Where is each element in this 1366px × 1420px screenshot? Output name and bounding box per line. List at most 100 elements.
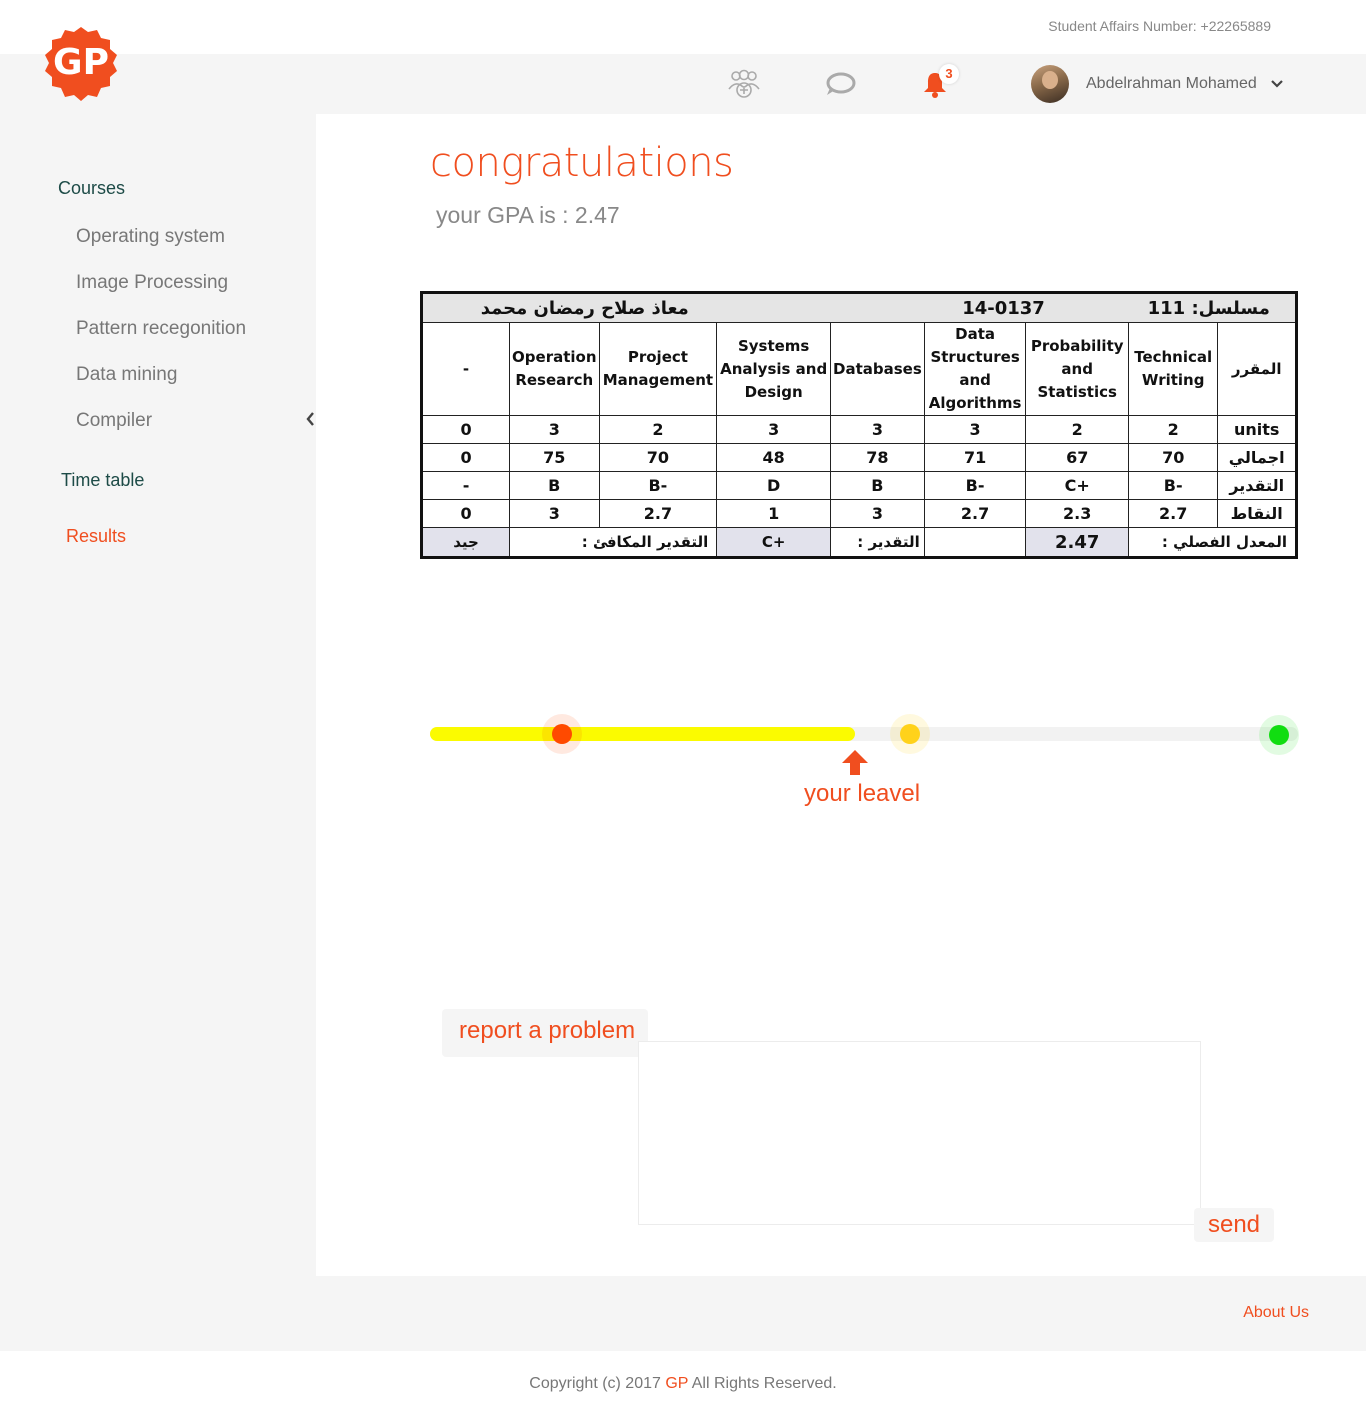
table-cell: 2.3 (1025, 499, 1129, 528)
course-header: Systems Analysis and Design (716, 322, 832, 416)
course-header: Technical Writing (1127, 322, 1219, 416)
main-content: congratulations your GPA is : 2.47 معاذ … (316, 114, 1366, 1276)
table-cell: 3 (509, 415, 600, 444)
user-menu[interactable]: Abdelrahman Mohamed (1031, 65, 1283, 103)
grade-table-row-points: 0 3 2.7 1 3 2.7 2.3 2.7 النقاط (420, 499, 1297, 528)
grade-table-row-units: 0 3 2 3 3 3 2 2 units (420, 415, 1297, 444)
copyright: Copyright (c) 2017 GP All Rights Reserve… (0, 1375, 1366, 1393)
table-cell: 67 (1025, 443, 1129, 472)
about-us-link[interactable]: About Us (1243, 1304, 1309, 1322)
student-affairs-number: Student Affairs Number: +22265889 (1048, 18, 1271, 34)
course-header: - (420, 322, 511, 416)
table-cell: 0 (420, 499, 511, 528)
grade-table-course-row: - Operation Research Project Management … (420, 322, 1297, 416)
table-cell: 48 (716, 443, 832, 472)
table-cell: 3 (830, 415, 925, 444)
row-label: units (1217, 415, 1297, 444)
student-name: معاذ صلاح رمضان محمد (420, 292, 831, 323)
level-marker-high (1259, 715, 1299, 755)
table-cell: 3 (716, 415, 832, 444)
footer: About Us (0, 1276, 1366, 1351)
chat-icon[interactable] (822, 66, 858, 102)
semester-gpa-label: المعدل الفصلي : (1127, 527, 1298, 558)
table-cell: 3 (923, 415, 1027, 444)
course-header: Databases (830, 322, 925, 416)
student-serial: مسلسل: 111 (1128, 292, 1298, 323)
row-label: التقدير (1217, 471, 1297, 500)
sidebar-item-time-table[interactable]: Time table (61, 470, 144, 491)
table-cell: D (716, 471, 832, 500)
sidebar-item-image-processing[interactable]: Image Processing (76, 272, 228, 294)
report-problem-textarea[interactable] (638, 1041, 1201, 1225)
table-cell: 70 (1127, 443, 1219, 472)
table-cell: 70 (598, 443, 718, 472)
page-title: congratulations (430, 140, 734, 186)
top-bar: Student Affairs Number: +22265889 (0, 0, 1366, 54)
nav-bar: 3 Abdelrahman Mohamed (0, 54, 1366, 114)
copyright-prefix: Copyright (c) 2017 (529, 1375, 661, 1392)
grade-table: معاذ صلاح رمضان محمد 14-0137 مسلسل: 111 … (420, 291, 1298, 559)
row-label: اجمالي (1217, 443, 1297, 472)
equivalent-grade-value: جيد (420, 527, 511, 558)
student-id: 14-0137 (830, 292, 1129, 323)
arrow-up-icon (840, 748, 870, 781)
copyright-suffix: All Rights Reserved. (691, 1375, 837, 1392)
chevron-down-icon[interactable] (1270, 75, 1283, 93)
sidebar: Courses Operating system Image Processin… (0, 114, 346, 1276)
table-cell: - (420, 471, 511, 500)
sidebar-item-pattern-recognition[interactable]: Pattern recegonition (76, 318, 246, 340)
table-cell: 0 (420, 415, 511, 444)
table-cell: 2.7 (1127, 499, 1219, 528)
bell-icon[interactable]: 3 (917, 64, 959, 102)
table-cell: B- (598, 471, 718, 500)
row-label: النقاط (1217, 499, 1297, 528)
copyright-brand: GP (665, 1375, 689, 1392)
level-progress-fill (430, 727, 855, 741)
report-problem-button[interactable]: report a problem (442, 1009, 648, 1057)
chevron-left-icon (306, 412, 315, 431)
sidebar-item-compiler[interactable]: Compiler (76, 410, 152, 432)
grade-table-footer-row: جيد التقدير المكافئ : C+ التقدير : 2.47 … (420, 527, 1298, 558)
logo-text: GP (53, 42, 109, 83)
table-cell: B (830, 471, 925, 500)
table-cell: 75 (509, 443, 600, 472)
table-cell: 2.7 (923, 499, 1027, 528)
grade-table-header-row: معاذ صلاح رمضان محمد 14-0137 مسلسل: 111 (420, 292, 1298, 323)
equivalent-grade-label: التقدير المكافئ : (509, 527, 718, 558)
avatar (1031, 65, 1069, 103)
course-header: Data Structures and Algorithms (923, 322, 1027, 416)
course-header: Probability and Statistics (1025, 322, 1129, 416)
course-header: Project Management (598, 322, 718, 416)
table-cell: C+ (1025, 471, 1129, 500)
send-button[interactable]: send (1194, 1208, 1274, 1242)
table-cell: B (509, 471, 600, 500)
table-cell: 71 (923, 443, 1027, 472)
table-cell: 2 (1127, 415, 1219, 444)
table-cell: B- (923, 471, 1027, 500)
table-cell-empty (923, 527, 1027, 558)
your-level-label: your leavel (804, 780, 921, 807)
gp-logo[interactable]: GP (40, 22, 122, 104)
level-marker-mid (890, 714, 930, 754)
grade-table-row-grade: - B B- D B B- C+ B- التقدير (420, 471, 1297, 500)
table-cell: 2.7 (598, 499, 718, 528)
sidebar-item-results[interactable]: Results (66, 526, 126, 547)
grade-table-row-total: 0 75 70 48 78 71 67 70 اجمالي (420, 443, 1297, 472)
grade-label: التقدير : (830, 527, 925, 558)
sidebar-item-data-mining[interactable]: Data mining (76, 364, 177, 386)
semester-gpa-value: 2.47 (1025, 527, 1129, 558)
grade-value: C+ (716, 527, 832, 558)
sidebar-courses-heading[interactable]: Courses (58, 178, 125, 199)
course-row-label: المقرر (1217, 322, 1297, 416)
table-cell: 0 (420, 443, 511, 472)
level-marker-low (542, 714, 582, 754)
sidebar-item-operating-system[interactable]: Operating system (76, 226, 225, 248)
group-add-icon[interactable] (726, 66, 762, 102)
gpa-summary: your GPA is : 2.47 (436, 202, 620, 228)
table-cell: B- (1127, 471, 1219, 500)
notification-count-badge: 3 (939, 64, 959, 84)
table-cell: 2 (598, 415, 718, 444)
table-cell: 1 (716, 499, 832, 528)
user-name: Abdelrahman Mohamed (1086, 75, 1257, 92)
table-cell: 3 (509, 499, 600, 528)
